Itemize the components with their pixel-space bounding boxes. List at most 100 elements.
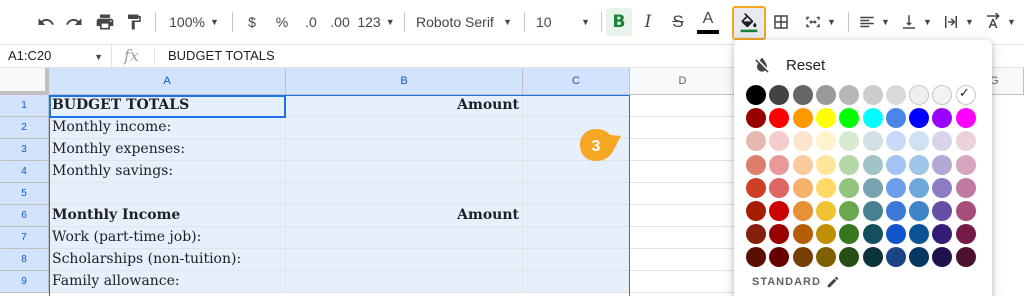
color-swatch[interactable] [746,131,766,151]
column-header-g[interactable]: G [990,68,1024,95]
row-header[interactable]: 4 [0,161,49,183]
cell-c[interactable] [523,227,630,249]
color-swatch[interactable] [932,131,952,151]
color-swatch[interactable] [746,201,766,221]
formula-input[interactable]: BUDGET TOTALS [168,48,275,63]
color-swatch[interactable] [839,108,859,128]
color-swatch[interactable] [863,247,883,267]
cell-c[interactable] [523,183,630,205]
color-swatch[interactable] [909,85,929,105]
color-swatch[interactable] [839,178,859,198]
color-swatch[interactable] [839,224,859,244]
color-swatch[interactable] [769,85,789,105]
cell-a[interactable]: Monthly savings: [49,161,286,183]
row-header[interactable]: 7 [0,227,49,249]
pencil-icon[interactable] [826,275,840,289]
cell-b[interactable] [286,161,523,183]
color-swatch[interactable] [793,247,813,267]
color-swatch[interactable] [769,224,789,244]
cell-a[interactable]: Work (part-time job): [49,227,286,249]
cell-d[interactable] [630,227,736,249]
cell-d[interactable] [630,183,736,205]
cell-b[interactable] [286,271,523,293]
color-swatch[interactable] [932,201,952,221]
color-swatch[interactable] [932,85,952,105]
color-swatch[interactable] [886,247,906,267]
color-swatch[interactable] [816,155,836,175]
color-swatch[interactable] [769,108,789,128]
color-swatch[interactable] [746,155,766,175]
color-swatch[interactable] [816,178,836,198]
color-swatch[interactable] [909,247,929,267]
color-swatch[interactable] [793,155,813,175]
color-swatch[interactable] [909,108,929,128]
text-wrapping-button[interactable]: ▼ [940,8,976,36]
cell-a[interactable]: Monthly expenses: [49,139,286,161]
cell-d[interactable] [630,205,736,227]
print-button[interactable] [92,8,118,36]
row-header[interactable]: 8 [0,249,49,271]
color-swatch[interactable] [886,108,906,128]
color-swatch[interactable] [793,108,813,128]
cell-b[interactable] [286,117,523,139]
color-swatch[interactable] [816,108,836,128]
color-swatch[interactable] [839,247,859,267]
color-swatch[interactable] [769,178,789,198]
currency-format-button[interactable]: $ [242,8,262,36]
cell-d[interactable] [630,95,736,117]
color-swatch[interactable] [932,178,952,198]
color-swatch[interactable] [816,224,836,244]
cell-c[interactable] [523,205,630,227]
column-header-a[interactable]: A [49,68,286,95]
borders-button[interactable] [770,8,792,36]
cell-a[interactable]: Monthly income: [49,117,286,139]
color-swatch[interactable] [839,201,859,221]
strikethrough-button[interactable]: S [666,8,690,36]
color-swatch[interactable] [956,131,976,151]
color-swatch[interactable] [769,131,789,151]
color-swatch[interactable] [793,201,813,221]
color-swatch[interactable] [863,178,883,198]
color-swatch[interactable] [886,85,906,105]
cell-c[interactable] [523,161,630,183]
cell-a[interactable]: Family allowance: [49,271,286,293]
row-header[interactable]: 3 [0,139,49,161]
italic-button[interactable]: I [636,8,660,36]
reset-fill-option[interactable]: Reset [734,50,992,80]
color-swatch[interactable] [886,155,906,175]
cell-d[interactable] [630,271,736,293]
column-header-c[interactable]: C [523,68,630,95]
percent-format-button[interactable]: % [272,8,292,36]
cell-d[interactable] [630,139,736,161]
color-swatch[interactable] [746,108,766,128]
color-swatch[interactable] [769,247,789,267]
color-swatch[interactable] [746,247,766,267]
color-swatch[interactable] [956,155,976,175]
color-swatch[interactable] [816,131,836,151]
color-swatch[interactable] [909,131,929,151]
merge-cells-button[interactable]: ▼ [800,8,840,36]
fill-color-button[interactable] [732,6,766,40]
color-swatch[interactable] [886,224,906,244]
color-swatch[interactable] [886,201,906,221]
color-swatch[interactable] [863,201,883,221]
row-header[interactable]: 1 [0,95,49,117]
color-swatch[interactable] [746,85,766,105]
color-swatch[interactable] [793,224,813,244]
undo-button[interactable] [34,8,58,36]
color-swatch[interactable] [886,178,906,198]
cell-a[interactable]: Scholarships (non-tuition): [49,249,286,271]
color-swatch[interactable] [863,108,883,128]
row-header[interactable]: 6 [0,205,49,227]
text-color-button[interactable]: A [696,8,720,36]
color-swatch[interactable] [816,85,836,105]
color-swatch[interactable] [909,178,929,198]
color-swatch[interactable] [863,131,883,151]
redo-button[interactable] [62,8,86,36]
color-swatch[interactable] [816,201,836,221]
color-swatch[interactable] [793,131,813,151]
color-swatch[interactable] [816,247,836,267]
color-swatch[interactable]: ✓ [956,85,976,105]
column-header-d[interactable]: D [630,68,736,95]
cell-a[interactable]: Monthly Income [49,205,286,227]
